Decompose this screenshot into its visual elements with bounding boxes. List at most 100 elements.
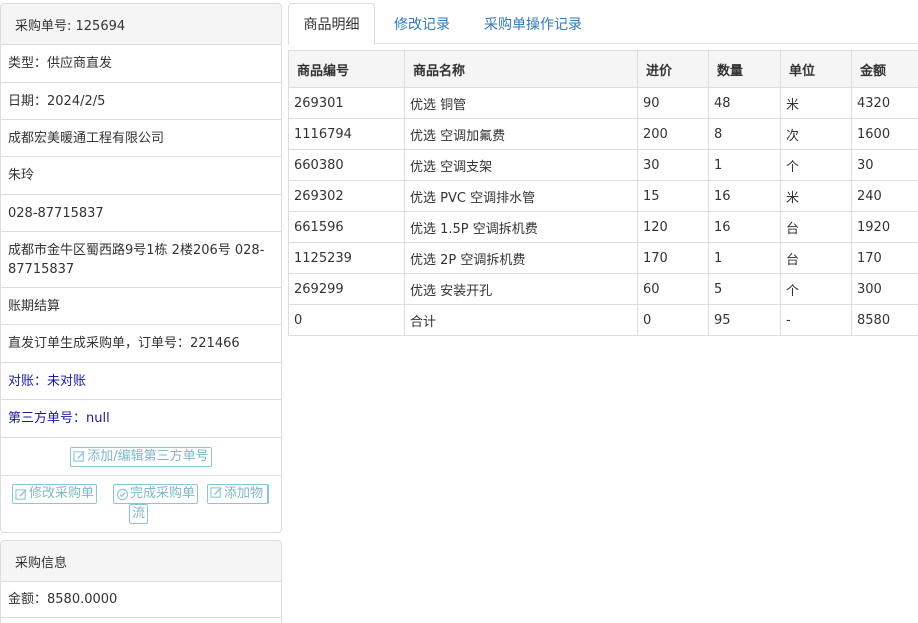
order-panel: 采购单号: 125694 类型：供应商直发 日期：2024/2/5 成都宏美暖通…	[0, 3, 282, 533]
cell-product-name: 优选 安装开孔	[404, 273, 638, 305]
cell-quantity: 48	[708, 87, 781, 119]
header-unit: 单位	[780, 50, 852, 88]
complete-order-label: 完成采购单	[130, 486, 196, 501]
right-column: 商品明细 修改记录 采购单操作记录 商品编号 商品名称 进价 数量 单位 金额 …	[288, 0, 918, 623]
cell-amount: 300	[851, 273, 918, 305]
cell-amount: 1600	[851, 118, 918, 150]
table-row: 660380 优选 空调支架 30 1 个 30	[288, 149, 918, 181]
cell-product-name: 优选 1.5P 空调拆机费	[404, 211, 638, 243]
cell-quantity: 16	[708, 180, 781, 212]
table-row: 269299 优选 安装开孔 60 5 个 300	[288, 273, 918, 305]
cell-product-name: 优选 空调加氟费	[404, 118, 638, 150]
cell-product-code: 269302	[288, 180, 405, 212]
cell-product-name: 优选 PVC 空调排水管	[404, 180, 638, 212]
contact-name: 朱玲	[1, 157, 281, 195]
cell-unit: 台	[780, 211, 852, 243]
third-party-button-row: 添加/编辑第三方单号	[1, 438, 281, 476]
add-logistics-button-bottom[interactable]: 流	[129, 504, 149, 524]
tab-modify-records[interactable]: 修改记录	[394, 3, 450, 44]
table-row: 269302 优选 PVC 空调排水管 15 16 米 240	[288, 180, 918, 212]
cell-amount: 240	[851, 180, 918, 212]
purchase-info-panel: 采购信息 金额：8580.0000	[0, 540, 282, 623]
cell-unit: 台	[780, 242, 852, 274]
cell-quantity: 1	[708, 242, 781, 274]
check-circle-icon	[116, 488, 129, 500]
cell-quantity: 8	[708, 118, 781, 150]
add-logistics-label-2: 流	[132, 506, 146, 521]
edit-third-party-button[interactable]: 添加/编辑第三方单号	[70, 446, 212, 467]
cell-price: 90	[637, 87, 709, 119]
edit-icon	[210, 487, 222, 498]
cell-unit: 个	[780, 149, 852, 181]
left-column: 采购单号: 125694 类型：供应商直发 日期：2024/2/5 成都宏美暖通…	[0, 0, 282, 623]
complete-order-button[interactable]: 完成采购单	[113, 484, 199, 504]
table-row: 1125239 优选 2P 空调拆机费 170 1 台 170	[288, 242, 918, 274]
table-row: 269301 优选 铜管 90 48 米 4320	[288, 87, 918, 119]
contact-phone: 028-87715837	[1, 195, 281, 232]
supplier-address: 成都市金牛区蜀西路9号1栋 2楼206号 028-87715837	[1, 232, 281, 288]
action-button-row: 修改采购单 完成采购单 添加物 流	[1, 476, 281, 532]
table-row: 1116794 优选 空调加氟费 200 8 次 1600	[288, 118, 918, 150]
order-type: 类型：供应商直发	[1, 45, 281, 83]
edit-third-party-label: 添加/编辑第三方单号	[87, 448, 209, 464]
modify-order-label: 修改采购单	[29, 486, 95, 501]
order-number-heading: 采购单号: 125694	[1, 4, 281, 45]
table-row: 661596 优选 1.5P 空调拆机费 120 16 台 1920	[288, 211, 918, 243]
header-product-code: 商品编号	[288, 50, 405, 88]
cell-amount: 170	[851, 242, 918, 274]
third-party-number: 第三方单号：null	[1, 400, 281, 438]
edit-icon	[73, 451, 85, 462]
order-date: 日期：2024/2/5	[1, 83, 281, 120]
modify-order-button[interactable]: 修改采购单	[12, 484, 98, 504]
add-logistics-button-top[interactable]: 添加物	[207, 484, 269, 504]
cell-unit: 次	[780, 118, 852, 150]
order-note: 直发订单生成采购单，订单号：221466	[1, 325, 281, 363]
header-price: 进价	[637, 50, 709, 88]
cell-product-code: 661596	[288, 211, 405, 243]
supplier-company: 成都宏美暖通工程有限公司	[1, 120, 281, 157]
reconcile-status: 对账：未对账	[1, 363, 281, 400]
cell-amount: 1920	[851, 211, 918, 243]
cell-amount: 8580	[851, 304, 918, 336]
tab-bar: 商品明细 修改记录 采购单操作记录	[288, 3, 918, 45]
cell-product-name: 合计	[404, 304, 638, 336]
cell-price: 60	[637, 273, 709, 305]
cell-unit: 个	[780, 273, 852, 305]
product-table: 商品编号 商品名称 进价 数量 单位 金额 269301 优选 铜管 90 48…	[288, 50, 918, 336]
purchase-amount: 金额：8580.0000	[1, 582, 281, 618]
header-amount: 金额	[851, 50, 918, 88]
cell-product-name: 优选 空调支架	[404, 149, 638, 181]
cell-price: 15	[637, 180, 709, 212]
cell-quantity: 95	[708, 304, 781, 336]
cell-product-code: 269301	[288, 87, 405, 119]
payment-terms: 账期结算	[1, 288, 281, 325]
tab-product-details[interactable]: 商品明细	[288, 3, 375, 45]
header-quantity: 数量	[708, 50, 781, 88]
table-header-row: 商品编号 商品名称 进价 数量 单位 金额	[288, 50, 918, 88]
add-logistics-label-1: 添加物	[224, 486, 264, 501]
cell-product-code: 660380	[288, 149, 405, 181]
edit-icon	[15, 488, 27, 500]
cell-price: 0	[637, 304, 709, 336]
cell-unit: -	[780, 304, 852, 336]
table-total-row: 0 合计 0 95 - 8580	[288, 304, 918, 336]
purchase-info-heading: 采购信息	[1, 541, 281, 582]
cell-price: 200	[637, 118, 709, 150]
cell-price: 170	[637, 242, 709, 274]
cell-product-name: 优选 铜管	[404, 87, 638, 119]
tab-operation-records[interactable]: 采购单操作记录	[484, 3, 582, 44]
cell-amount: 30	[851, 149, 918, 181]
cell-quantity: 1	[708, 149, 781, 181]
cell-product-name: 优选 2P 空调拆机费	[404, 242, 638, 274]
cell-unit: 米	[780, 180, 852, 212]
cell-product-code: 269299	[288, 273, 405, 305]
cell-product-code: 0	[288, 304, 405, 336]
cell-price: 30	[637, 149, 709, 181]
cell-quantity: 16	[708, 211, 781, 243]
cell-quantity: 5	[708, 273, 781, 305]
cell-amount: 4320	[851, 87, 918, 119]
cell-product-code: 1125239	[288, 242, 405, 274]
cell-price: 120	[637, 211, 709, 243]
header-product-name: 商品名称	[404, 50, 638, 88]
cell-unit: 米	[780, 87, 852, 119]
